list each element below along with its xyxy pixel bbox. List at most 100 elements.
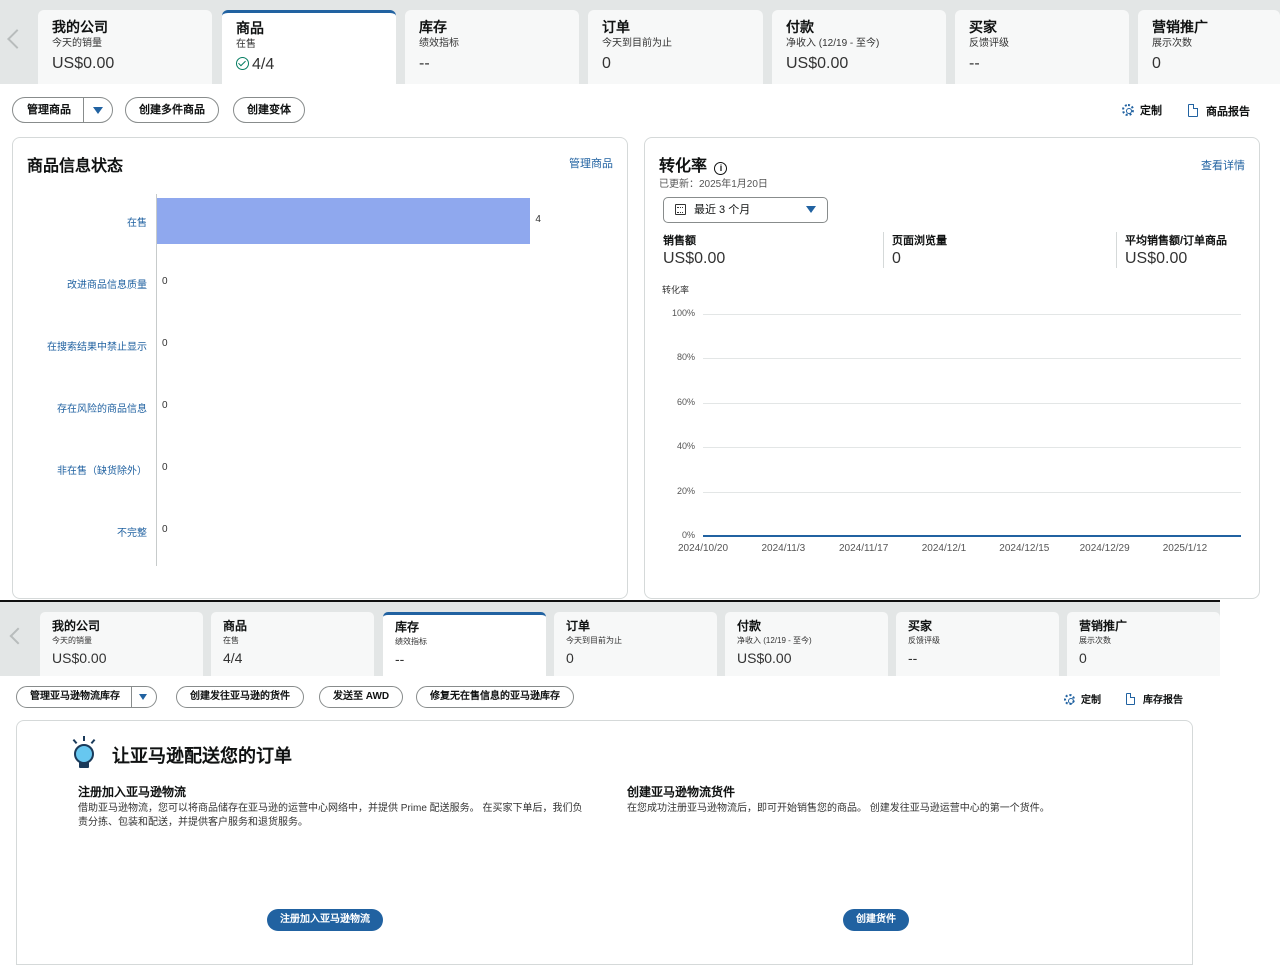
kpi-tab-subtitle: 在售 [236,39,256,50]
kpi-tab-title: 我的公司 [52,619,101,633]
create-shipment-cta[interactable]: 创建货件 [843,909,909,931]
kpi-tab[interactable]: 买家反馈评级 -- [955,10,1129,84]
product-report-button[interactable]: 商品报告 [1188,102,1250,119]
customize-button[interactable]: 定制 [1064,691,1101,706]
kpi-tab-subtitle: 反馈评级 [908,636,940,645]
date-range-value: 最近 3 个月 [694,204,751,216]
kpi-tab-subtitle: 在售 [223,636,239,645]
kpi-tab-value-text: 0 [602,55,611,72]
metric: 销售额 US$0.00 [663,232,725,268]
document-icon [1188,104,1198,117]
inventory-dashboard-bottom: 我的公司 今天的销量 US$0.00 商品 在售 4/4 库存 绩效指标 -- 订单 今天到目前为止… [0,600,1220,965]
metric-label: 页面浏览量 [892,235,947,247]
kpi-tab-bar: 我的公司 今天的销量 US$0.00 商品 在售 4/4 库存 绩效指标 -- 订单 今天到目前为止… [0,602,1220,676]
category-label[interactable]: 存在风险的商品信息 [57,400,147,415]
conversion-title-text: 转化率 [659,158,708,175]
status-bar [157,198,531,244]
metric-value: 0 [892,250,901,267]
conversion-chart: 100% 80% 60% 40% 20% 0% 2024/10/20 2024/11/3 202… [645,298,1261,598]
kpi-tab-value-text: 0 [566,650,574,666]
bar-value-label: 0 [162,276,168,287]
kpi-tab-subtitle: 今天的销量 [52,636,92,645]
manage-products-link[interactable]: 管理商品 [569,155,613,171]
kpi-tab-title: 付款 [786,19,814,35]
kpi-tab[interactable]: 订单 今天到目前为止 0 [588,10,763,84]
kpi-tab-subtitle: 今天的销量 [52,38,102,49]
inventory-report-button[interactable]: 库存报告 [1126,691,1183,706]
product-report-label: 商品报告 [1206,106,1250,118]
kpi-tab[interactable]: 库存 绩效指标 -- [405,10,579,84]
view-details-link[interactable]: 查看详情 [1201,157,1245,173]
metric: 页面浏览量 0 [883,232,947,268]
kpi-tab-subtitle: 绩效指标 [419,38,459,49]
manage-products-label[interactable]: 管理商品 [13,98,84,122]
customize-button[interactable]: 定制 [1122,102,1162,118]
kpi-tab[interactable]: 我的公司 今天的销量 US$0.00 [38,10,212,84]
kpi-tab-subtitle: 展示次数 [1079,636,1111,645]
create-variation-button[interactable]: 创建变体 [233,97,305,123]
customize-label: 定制 [1140,105,1162,117]
kpi-tab-subtitle: 今天到目前为止 [602,38,672,49]
manage-fba-inventory-label[interactable]: 管理亚马逊物流库存 [17,687,132,707]
kpi-tab[interactable]: 订单 今天到目前为止 0 [554,612,717,676]
fba-enroll-text: 借助亚马逊物流，您可以将商品储存在亚马逊的运营中心网络中，并提供 Prime 配… [78,803,583,828]
kpi-tab[interactable]: 付款 净收入 (12/19 - 至今) US$0.00 [725,612,888,676]
kpi-tab-value: 0 [1079,649,1208,667]
fba-shipment-text: 在您成功注册亚马逊物流后，即可开始销售您的商品。 创建发往亚马逊运营中心的第一个… [627,803,1050,814]
manage-products-dropdown[interactable] [84,98,112,122]
manage-products-button[interactable]: 管理商品 [12,97,113,123]
kpi-tab[interactable]: 商品 在售 4/4 [211,612,374,676]
manage-fba-inventory-button[interactable]: 管理亚马逊物流库存 [16,686,157,708]
kpi-tab-subtitle: 反馈评级 [969,38,1009,49]
fba-enroll-heading: 注册加入亚马逊物流 [78,785,187,799]
kpi-tab[interactable]: 营销推广展示次数 0 [1067,612,1220,676]
date-range-select[interactable]: 最近 3 个月 [663,197,828,223]
category-label[interactable]: 在搜索结果中禁止显示 [47,338,147,353]
kpi-tab[interactable]: 付款净收入 (12/19 - 至今) US$0.00 [772,10,946,84]
bar-value-label: 0 [162,462,168,473]
kpi-tab-value: US$0.00 [786,54,932,74]
kpi-tab-title: 库存 [419,19,447,35]
fix-stranded-inventory-button[interactable]: 修复无在售信息的亚马逊库存 [416,686,574,708]
send-to-awd-button[interactable]: 发送至 AWD [319,686,404,708]
kpi-tab-value: 0 [566,649,705,667]
conversion-title: 转化率 i [659,152,728,176]
listing-status-chart: 在售 4 改进商品信息质量 0 在搜索结果中禁止显示 0 存在风险的商品信息 0 非在售（缺货除… [13,188,629,568]
chevron-left-icon[interactable] [7,29,27,49]
create-multiple-products-button[interactable]: 创建多件商品 [125,97,219,123]
kpi-tab-value: US$0.00 [737,649,876,667]
kpi-tab[interactable]: 买家 反馈评级 -- [896,612,1059,676]
manage-fba-dropdown[interactable] [132,687,156,707]
info-icon[interactable]: i [714,162,728,175]
y-axis-line [156,194,157,566]
kpi-tab[interactable]: 营销推广 展示次数 0 [1138,10,1280,84]
enroll-fba-button[interactable]: 注册加入亚马逊物流 [267,909,383,931]
kpi-tab-title: 商品 [236,20,264,36]
kpi-tab-title: 营销推广 [1079,619,1128,633]
category-label[interactable]: 在售 [127,214,147,229]
kpi-tab[interactable]: 库存 绩效指标 -- [383,612,546,676]
kpi-tab-subtitle: 今天到目前为止 [566,636,622,645]
chevron-down-icon [139,694,147,700]
category-label[interactable]: 改进商品信息质量 [67,276,147,291]
kpi-tab-value-text: US$0.00 [786,55,849,72]
metric: 平均销售额/订单商品 US$0.00 [1116,232,1227,268]
kpi-tab-subtitle: 净收入 (12/19 - 至今) [786,38,880,49]
kpi-tab-value: -- [908,649,1047,667]
bar-value-label: 0 [162,524,168,535]
kpi-tab-title: 买家 [969,19,997,35]
category-label[interactable]: 不完整 [117,524,147,539]
kpi-tab-value-text: 4/4 [252,56,275,73]
kpi-tab-value: 0 [602,54,749,74]
kpi-tab[interactable]: 我的公司 今天的销量 US$0.00 [40,612,203,676]
customize-label: 定制 [1081,695,1101,706]
create-shipment-button[interactable]: 创建发往亚马逊的货件 [176,686,304,708]
category-label[interactable]: 非在售（缺货除外） [57,462,147,477]
bar-value-label: 0 [162,338,168,349]
check-circle-icon [236,57,249,70]
kpi-tab-value-text: -- [969,55,980,72]
lightbulb-icon [72,736,96,768]
kpi-tab[interactable]: 商品在售 4/4 [222,10,396,84]
chevron-left-icon[interactable] [9,627,27,645]
kpi-tab-value: -- [395,650,534,668]
